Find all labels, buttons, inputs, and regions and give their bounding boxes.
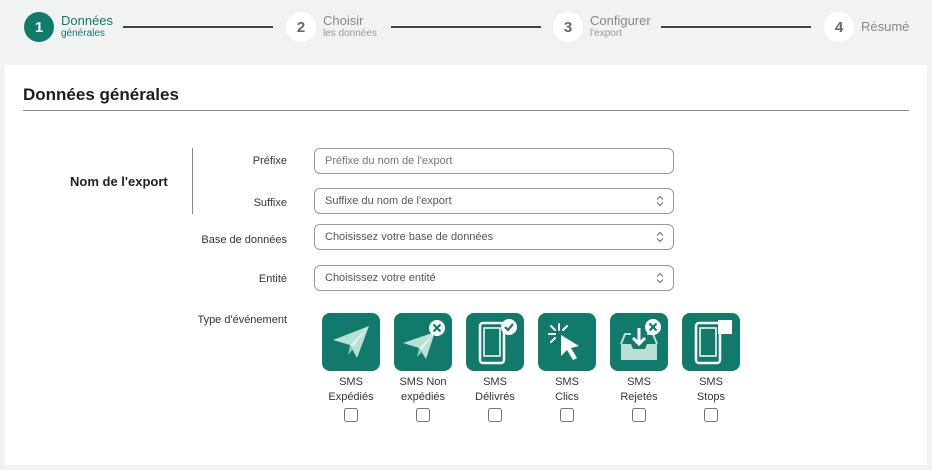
step-4[interactable]: 4 Résumé	[824, 12, 909, 42]
sms-clicks-label: SMS Clics	[555, 376, 579, 403]
sms-sent-checkbox[interactable]	[344, 408, 358, 422]
updown-caret-icon	[656, 272, 664, 284]
sms-stops-label: SMS Stops	[696, 376, 726, 403]
section-title: Données générales	[23, 85, 179, 104]
paper-plane-icon	[333, 326, 369, 358]
step-2[interactable]: 2 Choisir les données	[286, 12, 377, 42]
step-number: 1	[24, 12, 54, 42]
sms-delivered-tile[interactable]	[466, 313, 524, 371]
step-title: Configurer	[590, 13, 651, 28]
step-title: Résumé	[861, 19, 910, 34]
cursor-click-icon	[548, 323, 579, 360]
sms-rejected-checkbox[interactable]	[632, 408, 646, 422]
prefix-label: Préfixe	[252, 155, 287, 167]
step-1[interactable]: 1 Données générales	[24, 12, 113, 42]
step-subtitle: l'export	[590, 28, 622, 39]
sms-sent-label: SMS Expédiés	[328, 376, 374, 403]
sms-not-sent-checkbox[interactable]	[416, 408, 430, 422]
database-label: Base de données	[201, 234, 287, 246]
sms-delivered-label: SMS Délivrés	[475, 376, 515, 403]
phone-check-icon	[478, 319, 517, 365]
database-select-value: Choisissez votre base de données	[325, 231, 494, 243]
step-subtitle: générales	[61, 28, 105, 39]
entity-select[interactable]: Choisissez votre entité	[314, 265, 674, 291]
step-connector	[123, 26, 273, 28]
inbox-x-icon	[620, 319, 661, 360]
step-3[interactable]: 3 Configurer l'export	[553, 12, 651, 42]
sms-clicks-tile[interactable]	[538, 313, 596, 371]
sms-delivered-checkbox[interactable]	[488, 408, 502, 422]
step-title: Choisir	[323, 13, 364, 28]
phone-stop-icon	[694, 320, 732, 365]
general-data-card: Données générales Nom de l'export Préfix…	[5, 65, 927, 465]
step-connector	[661, 26, 811, 28]
sms-not-sent-label: SMS Non expédiés	[399, 376, 447, 403]
sms-not-sent-tile[interactable]	[394, 313, 452, 371]
sms-sent-tile[interactable]	[322, 313, 380, 371]
event-type-label: Type d'événement	[197, 314, 287, 326]
step-title: Données	[61, 13, 114, 28]
export-name-group-label: Nom de l'export	[70, 174, 168, 189]
updown-caret-icon	[656, 195, 664, 207]
entity-label: Entité	[258, 273, 287, 285]
sms-clicks-checkbox[interactable]	[560, 408, 574, 422]
section-divider	[23, 110, 909, 111]
suffix-select-value: Suffixe du nom de l'export	[325, 195, 452, 207]
sms-stops-checkbox[interactable]	[704, 408, 718, 422]
step-number: 2	[286, 12, 316, 42]
sms-rejected-tile[interactable]	[610, 313, 668, 371]
paper-plane-x-icon	[403, 320, 445, 359]
sms-stops-tile[interactable]	[682, 313, 740, 371]
suffix-select[interactable]: Suffixe du nom de l'export	[314, 188, 674, 214]
sms-rejected-label: SMS Rejetés	[620, 376, 658, 403]
step-number: 3	[553, 12, 583, 42]
step-connector	[391, 26, 541, 28]
prefix-input[interactable]	[314, 148, 674, 174]
suffix-label: Suffixe	[253, 197, 287, 209]
stepper: 1 Données générales 2 Choisir les donnée…	[0, 0, 932, 56]
step-subtitle: les données	[323, 28, 377, 39]
entity-select-value: Choisissez votre entité	[325, 272, 436, 284]
updown-caret-icon	[656, 231, 664, 243]
step-number: 4	[824, 12, 854, 42]
database-select[interactable]: Choisissez votre base de données	[314, 224, 674, 250]
